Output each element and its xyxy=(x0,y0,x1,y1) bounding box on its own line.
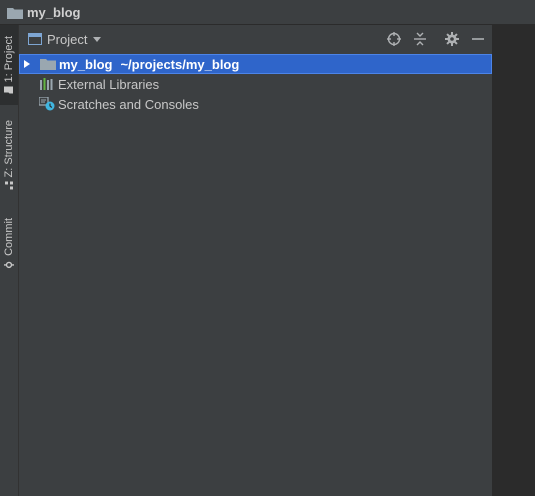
tree-node-name: my_blog xyxy=(59,56,113,72)
tree-node-name: External Libraries xyxy=(58,76,160,92)
expand-arrow-icon[interactable] xyxy=(24,60,30,68)
crosshair-icon xyxy=(387,32,401,46)
collapse-all-button[interactable] xyxy=(412,31,428,47)
tab-commit[interactable]: Commit xyxy=(0,209,18,279)
folder-icon xyxy=(7,6,23,19)
locate-file-button[interactable] xyxy=(386,31,402,47)
tree-node-path: ~/projects/my_blog xyxy=(120,56,240,72)
project-panel-header: Project xyxy=(19,25,492,53)
tool-window-strip: 1: Project Z: Structure Commit xyxy=(0,25,19,496)
tree-node-project-root[interactable]: my_blog ~/projects/my_blog xyxy=(19,54,492,74)
settings-button[interactable] xyxy=(444,31,460,47)
tree-node-scratches[interactable]: Scratches and Consoles xyxy=(19,94,492,114)
ide-window: my_blog 1: Project Z: Structure Commit P… xyxy=(0,0,535,496)
structure-icon xyxy=(3,181,15,190)
libraries-icon xyxy=(39,77,55,91)
tree-node-external-libraries[interactable]: External Libraries xyxy=(19,74,492,94)
minimize-icon xyxy=(472,38,484,40)
folder-icon xyxy=(40,57,56,71)
commit-icon xyxy=(3,260,15,270)
project-tree: my_blog ~/projects/my_blog External Libra… xyxy=(19,54,492,114)
project-panel: Project my_blog ~/projects/my_blog Exter… xyxy=(19,25,493,496)
breadcrumb-project-name[interactable]: my_blog xyxy=(27,5,80,20)
view-selector-label[interactable]: Project xyxy=(47,32,87,47)
project-view-icon xyxy=(28,33,42,45)
tab-project[interactable]: 1: Project xyxy=(0,25,18,105)
tab-structure-label: Z: Structure xyxy=(3,120,15,178)
hide-panel-button[interactable] xyxy=(470,31,486,47)
tree-node-name: Scratches and Consoles xyxy=(58,96,199,112)
breadcrumb-bar: my_blog xyxy=(0,0,535,25)
chevron-down-icon[interactable] xyxy=(93,36,102,42)
editor-area[interactable] xyxy=(493,25,535,496)
collapse-all-icon xyxy=(414,32,426,46)
gear-icon xyxy=(445,32,459,46)
project-tab-icon xyxy=(3,86,15,94)
tab-commit-label: Commit xyxy=(3,218,15,256)
tab-project-label: 1: Project xyxy=(3,35,15,83)
scratches-icon xyxy=(38,96,55,111)
tab-structure[interactable]: Z: Structure xyxy=(0,113,18,197)
